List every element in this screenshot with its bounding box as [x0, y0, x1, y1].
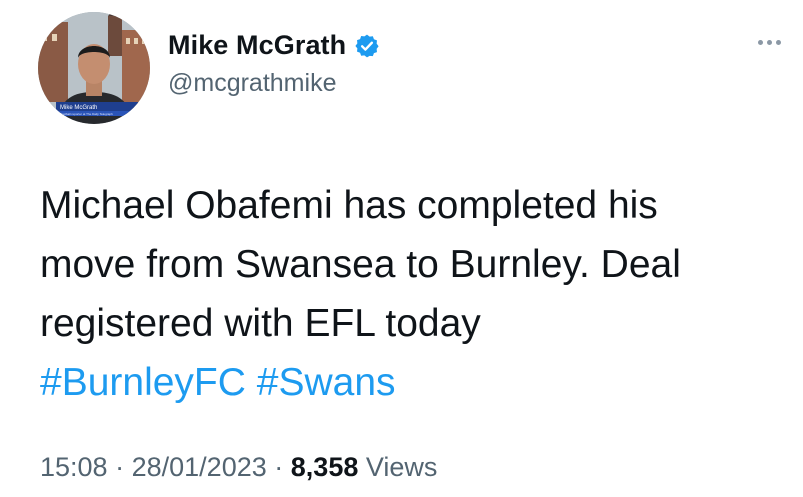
author-display-name[interactable]: Mike McGrath [168, 30, 346, 61]
tweet-text: Michael Obafemi has completed his move f… [40, 176, 790, 412]
tweet-meta: 15:08 · 28/01/2023 · 8,358 Views [40, 452, 437, 483]
tweet-line: move from Swansea to Burnley. Deal [40, 243, 681, 286]
more-dot [767, 40, 772, 45]
tweet-date[interactable]: 28/01/2023 [132, 452, 267, 482]
avatar-subcaption: Football reporter at The Daily Telegraph [60, 112, 113, 116]
views-count: 8,358 [290, 452, 359, 482]
hashtag-link[interactable]: #Swans [257, 361, 396, 404]
avatar-photo: Mike McGrath Football reporter at The Da… [38, 12, 150, 124]
meta-separator: · [115, 452, 125, 482]
more-options-icon[interactable] [758, 40, 781, 45]
tweet-line: registered with EFL today [40, 302, 481, 345]
hashtag-link[interactable]: #BurnleyFC [40, 361, 246, 404]
hashtag-row: #BurnleyFC #Swans [40, 353, 790, 412]
author-handle[interactable]: @mcgrathmike [168, 69, 380, 98]
avatar-caption: Mike McGrath [60, 105, 97, 111]
tweet-time[interactable]: 15:08 [40, 452, 108, 482]
more-dot [776, 40, 781, 45]
author-block: Mike McGrath @mcgrathmike [168, 30, 380, 98]
verified-badge-icon [354, 33, 380, 59]
tweet-line: Michael Obafemi has completed his [40, 184, 658, 227]
more-dot [758, 40, 763, 45]
avatar[interactable]: Mike McGrath Football reporter at The Da… [38, 12, 150, 124]
name-row: Mike McGrath [168, 30, 380, 61]
meta-separator: · [274, 452, 284, 482]
views-label: Views [365, 452, 438, 482]
